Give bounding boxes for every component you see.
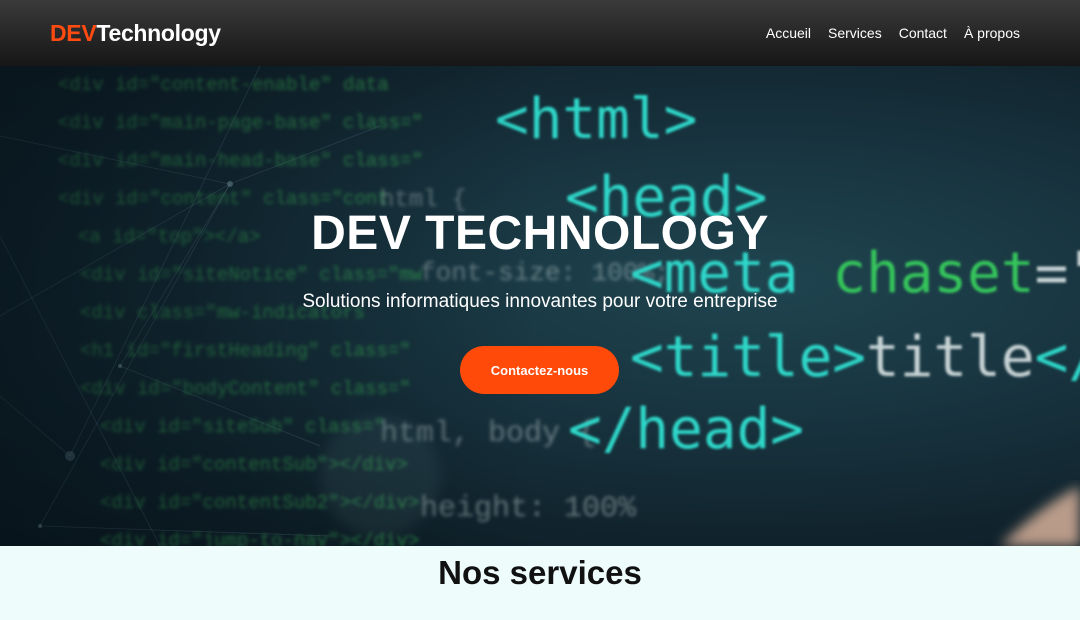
nav-link-contact[interactable]: Contact: [899, 25, 947, 41]
nav-link-accueil[interactable]: Accueil: [766, 25, 811, 41]
hero-title: DEV TECHNOLOGY: [311, 207, 769, 260]
hero-section: <div id="content-enable" data<div id="ma…: [0, 66, 1080, 546]
logo-accent-text: DEV: [50, 19, 97, 46]
contact-us-button[interactable]: Contactez-nous: [460, 346, 619, 394]
services-heading: Nos services: [438, 554, 642, 591]
navbar: DEV Technology Accueil Services Contact À…: [0, 0, 1080, 66]
nav-link-a-propos[interactable]: À propos: [964, 25, 1020, 41]
services-section: Nos services: [0, 546, 1080, 620]
hero-subtitle: Solutions informatiques innovantes pour …: [302, 291, 778, 312]
logo[interactable]: DEV Technology: [50, 20, 221, 47]
nav-menu: Accueil Services Contact À propos: [766, 25, 1020, 41]
nav-link-services[interactable]: Services: [828, 25, 882, 41]
hero-content: DEV TECHNOLOGY Solutions informatiques i…: [0, 66, 1080, 546]
logo-text: Technology: [96, 19, 221, 46]
